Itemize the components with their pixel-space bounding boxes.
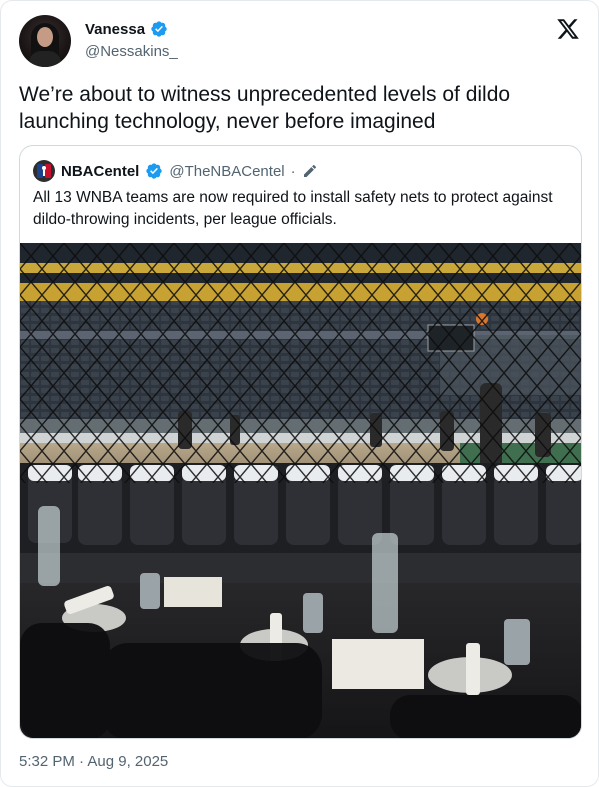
pencil-icon (303, 165, 316, 177)
author-display-name[interactable]: Vanessa (85, 21, 145, 38)
user-avatar[interactable] (19, 15, 71, 67)
quoted-tweet-text: All 13 WNBA teams are now required to in… (33, 189, 553, 228)
verified-badge-icon (146, 163, 163, 179)
tweet-card: Vanessa @Nessakins_ We’re about to witne… (0, 0, 599, 787)
tweet-timestamp[interactable]: 5:32 PM · Aug 9, 2025 (19, 753, 168, 770)
tweet-text: We’re about to witness unprecedented lev… (19, 83, 511, 133)
author-handle[interactable]: @Nessakins_ (85, 43, 178, 60)
x-logo-icon[interactable] (556, 17, 580, 41)
arena-photo[interactable] (20, 243, 582, 739)
author-name-row: Vanessa (85, 20, 168, 38)
quoted-handle[interactable]: @TheNBACentel (169, 163, 284, 180)
quoted-tweet[interactable]: NBACentel @TheNBACentel · All 13 WNBA te… (19, 145, 582, 739)
quoted-display-name[interactable]: NBACentel (61, 163, 139, 180)
quoted-tweet-header: NBACentel @TheNBACentel · (33, 160, 318, 182)
separator-dot: · (290, 162, 296, 180)
quoted-avatar[interactable] (33, 160, 55, 182)
verified-badge-icon (151, 21, 167, 37)
nba-logo-icon (37, 164, 51, 178)
